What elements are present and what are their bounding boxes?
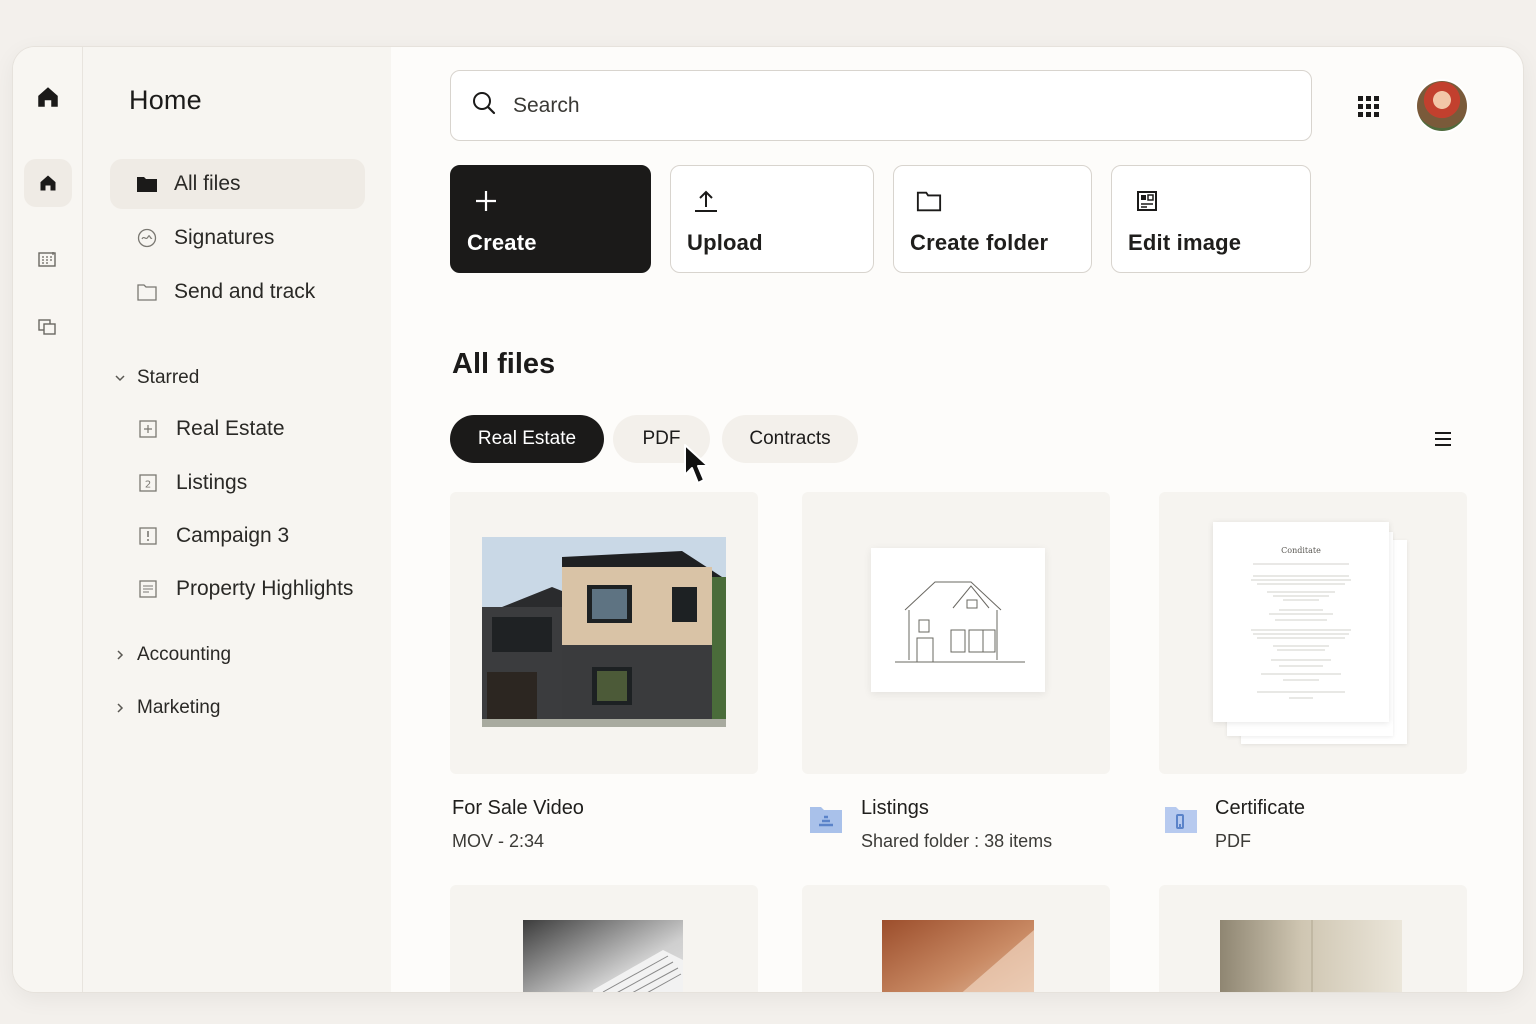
app-window: Home All files Signatures Send and track… — [13, 47, 1523, 992]
certificate-thumbnail: Conditate — [1213, 522, 1389, 722]
interior-photo-thumbnail — [1220, 920, 1402, 992]
starred-item-label: Real Estate — [176, 417, 285, 440]
sidebar-item-label: Send and track — [174, 280, 316, 303]
starred-item-listings[interactable]: 2 Listings — [137, 471, 247, 495]
starred-item-label: Property Highlights — [176, 577, 354, 600]
user-avatar[interactable] — [1417, 81, 1467, 131]
edit-image-button[interactable]: Edit image — [1111, 165, 1311, 273]
create-folder-button[interactable]: Create folder — [893, 165, 1092, 273]
file-meta: Shared folder : 38 items — [861, 831, 1053, 851]
rail-copy-icon[interactable] — [24, 303, 72, 351]
marketing-group-toggle[interactable]: Marketing — [113, 697, 220, 719]
list-view-icon[interactable] — [1433, 431, 1453, 447]
upload-label: Upload — [687, 230, 763, 255]
apps-grid-icon[interactable] — [1356, 94, 1382, 120]
file-name[interactable]: Listings — [861, 797, 929, 820]
home-logo-icon[interactable] — [24, 73, 72, 121]
sidebar-item-send-and-track[interactable]: Send and track — [110, 267, 365, 317]
number-file-icon: 2 — [137, 472, 159, 494]
icon-rail — [13, 47, 83, 992]
file-card-terracotta[interactable] — [802, 885, 1110, 992]
edit-image-icon — [1134, 188, 1160, 214]
starred-item-campaign-3[interactable]: Campaign 3 — [137, 524, 289, 548]
sidebar-item-all-files[interactable]: All files — [110, 159, 365, 209]
edit-image-label: Edit image — [1128, 230, 1242, 255]
sidebar-item-label: All files — [174, 172, 241, 195]
starred-item-property-highlights[interactable]: Property Highlights — [137, 577, 353, 601]
building-photo-thumbnail — [523, 920, 683, 992]
file-card-for-sale-video[interactable] — [450, 492, 758, 774]
file-card-interior[interactable] — [1159, 885, 1467, 992]
sidebar-title: Home — [129, 85, 202, 115]
terracotta-photo-thumbnail — [882, 920, 1034, 992]
search-bar[interactable]: Search — [450, 70, 1312, 141]
starred-item-real-estate[interactable]: Real Estate — [137, 417, 285, 441]
certificate-heading: Conditate — [1281, 546, 1321, 555]
certificate-text-lines — [1251, 563, 1351, 699]
create-button[interactable]: Create — [450, 165, 651, 273]
house-photo-thumbnail — [482, 537, 726, 727]
filter-chip-contracts[interactable]: Contracts — [722, 415, 858, 463]
sidebar-item-label: Signatures — [174, 226, 275, 249]
doc-file-icon — [137, 578, 159, 600]
starred-item-label: Listings — [176, 471, 248, 494]
pdf-file-icon — [1164, 804, 1198, 834]
accounting-group-toggle[interactable]: Accounting — [113, 644, 231, 666]
file-name[interactable]: Certificate — [1215, 797, 1305, 820]
search-icon — [471, 90, 497, 121]
filter-chip-real-estate[interactable]: Real Estate — [450, 415, 604, 463]
rail-calendar-icon[interactable] — [24, 236, 72, 284]
chevron-right-icon — [113, 649, 127, 661]
create-folder-label: Create folder — [910, 230, 1049, 255]
house-sketch-thumbnail — [871, 548, 1045, 692]
image-file-icon — [137, 418, 159, 440]
search-input[interactable]: Search — [513, 94, 580, 118]
file-meta: MOV - 2:34 — [452, 831, 545, 851]
page-title: All files — [452, 348, 556, 380]
svg-text:2: 2 — [145, 480, 151, 491]
rail-home-icon[interactable] — [24, 159, 72, 207]
sidebar: Home All files Signatures Send and track… — [83, 47, 391, 992]
file-card-listings[interactable] — [802, 492, 1110, 774]
file-name[interactable]: For Sale Video — [452, 797, 584, 820]
shared-folder-icon — [809, 804, 843, 834]
chevron-right-icon — [113, 702, 127, 714]
file-meta: PDF — [1215, 831, 1251, 851]
starred-group-toggle[interactable]: Starred — [113, 367, 199, 389]
upload-icon — [693, 188, 719, 214]
accounting-label: Accounting — [137, 644, 232, 665]
chevron-down-icon — [113, 374, 127, 382]
signature-icon — [136, 227, 158, 249]
plus-icon — [473, 188, 499, 214]
starred-label: Starred — [137, 367, 200, 388]
create-label: Create — [467, 230, 537, 255]
alert-file-icon — [137, 525, 159, 547]
file-card-certificate[interactable]: Conditate — [1159, 492, 1467, 774]
mouse-cursor-icon — [683, 443, 713, 489]
marketing-label: Marketing — [137, 697, 221, 718]
folder-filled-icon — [136, 173, 158, 195]
folder-outline-icon — [136, 281, 158, 303]
folder-icon — [916, 188, 942, 214]
starred-item-label: Campaign 3 — [176, 524, 290, 547]
sidebar-item-signatures[interactable]: Signatures — [110, 213, 365, 263]
file-card-building[interactable] — [450, 885, 758, 992]
upload-button[interactable]: Upload — [670, 165, 874, 273]
